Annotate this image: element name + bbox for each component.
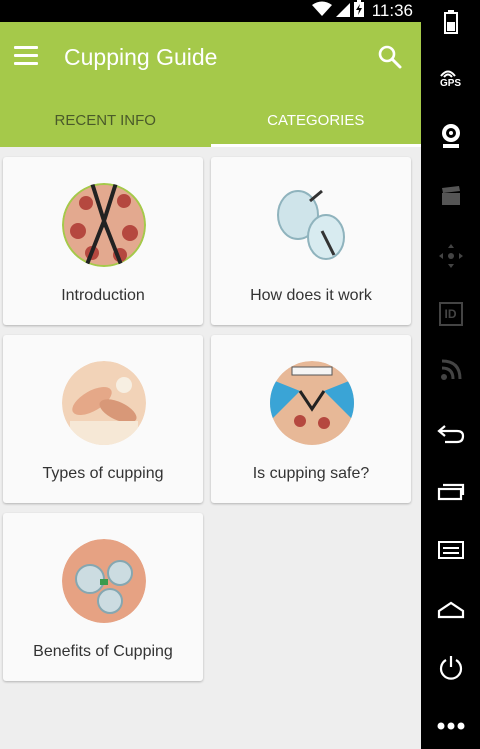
search-icon[interactable]: [377, 44, 403, 70]
status-bar: 11:36: [0, 0, 421, 22]
menu-icon[interactable]: [421, 532, 480, 568]
cupping-session-image: [270, 361, 354, 445]
battery-icon: [421, 4, 480, 40]
navigation-bar: GPS ID: [421, 0, 480, 749]
category-card-benefits-of-cupping[interactable]: Benefits of Cupping: [3, 513, 203, 681]
back-icon[interactable]: [421, 416, 480, 452]
clapper-icon[interactable]: [421, 178, 480, 214]
battery-charging-icon: [353, 0, 364, 22]
hands-massage-image: [62, 361, 146, 445]
power-icon[interactable]: [421, 650, 480, 686]
signal-icon: [335, 1, 350, 22]
gps-icon[interactable]: GPS: [421, 60, 480, 96]
gps-label: GPS: [439, 77, 462, 89]
categories-content: Introduction How does it work Types of c…: [0, 147, 421, 749]
cups-on-skin-image: [62, 539, 146, 623]
wifi-icon: [311, 1, 332, 22]
app-title: Cupping Guide: [64, 44, 218, 70]
more-icon[interactable]: [421, 708, 480, 744]
status-icons: 11:36: [311, 0, 413, 22]
recent-apps-icon[interactable]: [421, 474, 480, 510]
back-with-cups-image: [62, 183, 146, 267]
category-card-introduction[interactable]: Introduction: [3, 157, 203, 325]
dpad-icon[interactable]: [421, 238, 480, 274]
category-card-is-cupping-safe[interactable]: Is cupping safe?: [211, 335, 411, 503]
id-label: ID: [438, 302, 463, 326]
category-label: Benefits of Cupping: [33, 643, 173, 660]
category-label: Introduction: [61, 287, 145, 304]
category-label: Types of cupping: [42, 465, 164, 482]
glass-cups-image: [270, 183, 354, 267]
category-label: Is cupping safe?: [252, 465, 370, 482]
id-icon[interactable]: ID: [421, 296, 480, 332]
toolbar: Cupping Guide: [0, 22, 421, 92]
category-card-how-does-it-work[interactable]: How does it work: [211, 157, 411, 325]
category-label: How does it work: [250, 287, 372, 304]
home-icon[interactable]: [421, 592, 480, 628]
camera-icon[interactable]: [421, 118, 480, 154]
tab-bar: RECENT INFO CATEGORIES: [0, 98, 421, 147]
rss-icon[interactable]: [421, 352, 480, 388]
tab-recent-info[interactable]: RECENT INFO: [0, 98, 211, 147]
hamburger-menu-icon[interactable]: [14, 46, 38, 66]
app-bar: Cupping Guide RECENT INFO CATEGORIES: [0, 22, 421, 147]
tab-categories[interactable]: CATEGORIES: [210, 98, 422, 147]
category-card-types-of-cupping[interactable]: Types of cupping: [3, 335, 203, 503]
status-time: 11:36: [371, 1, 413, 20]
